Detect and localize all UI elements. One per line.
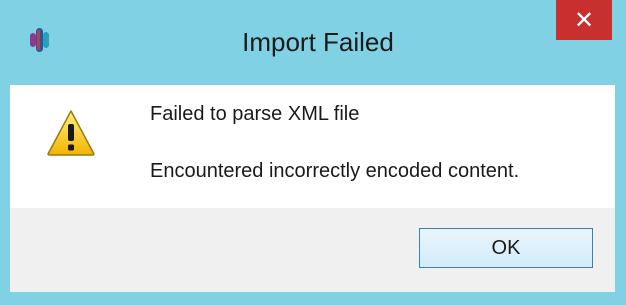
error-detail: Encountered incorrectly encoded content.: [150, 160, 520, 182]
ok-button[interactable]: OK: [419, 228, 593, 268]
dialog-body: Failed to parse XML file Encountered inc…: [10, 85, 615, 292]
close-icon: ✕: [573, 6, 595, 34]
import-failed-dialog: Import Failed ✕ Failed to parse XML file…: [0, 0, 626, 305]
warning-icon: [47, 110, 95, 156]
error-message: Failed to parse XML file: [150, 103, 360, 125]
dialog-title: Import Failed: [242, 27, 394, 57]
close-button[interactable]: ✕: [556, 0, 612, 40]
message-area: Failed to parse XML file Encountered inc…: [10, 85, 615, 208]
title-bar[interactable]: Import Failed ✕: [0, 0, 626, 85]
